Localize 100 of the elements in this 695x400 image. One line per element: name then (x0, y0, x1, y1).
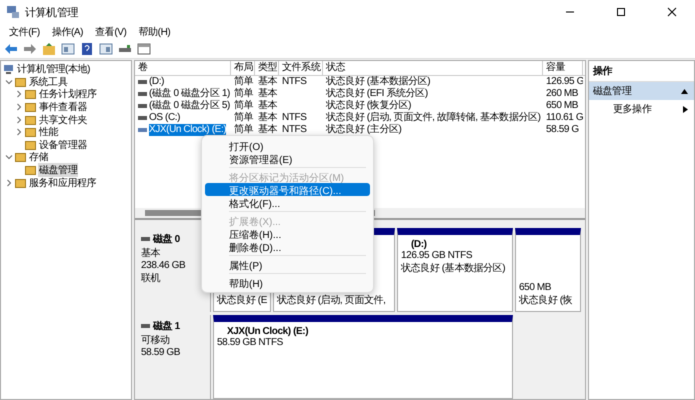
disk-info: 联机 (141, 272, 162, 285)
folder-icon (25, 127, 36, 138)
disk-info: 可移动 (141, 334, 171, 347)
menu-item[interactable]: 更改驱动器号和路径(C)... (205, 183, 370, 196)
volume-name[interactable]: OS (C:) (149, 112, 180, 124)
computer-management-icon (6, 5, 20, 19)
partition-info: 状态良好 (E (217, 294, 267, 307)
computer-icon (3, 64, 14, 74)
folder-icon (15, 178, 26, 188)
table-cell: 基本 (258, 76, 278, 88)
chevron-right-icon[interactable] (15, 116, 23, 124)
menu-item[interactable]: 操作(A) (46, 25, 88, 39)
disk-info: 58.59 GB (141, 347, 182, 358)
menu-item[interactable]: 帮助(H) (205, 276, 370, 289)
partition-info: 126.95 GB NTFS (401, 250, 474, 261)
menu-item[interactable]: 帮助(H) (133, 25, 176, 39)
tree-item[interactable]: 设备管理器 (38, 138, 88, 152)
tree-item[interactable]: 系统工具 (28, 74, 68, 89)
table-cell: 260 MB (546, 88, 578, 100)
tree-item[interactable]: 磁盘管理 (38, 163, 78, 178)
tree-item[interactable]: 任务计划程序 (38, 87, 98, 102)
folder-icon (15, 152, 26, 162)
chevron-right-icon[interactable] (15, 90, 23, 98)
chevron-right-icon[interactable] (5, 178, 13, 187)
action-item[interactable]: 更多操作 (589, 100, 694, 118)
folder-icon (15, 76, 26, 87)
partition-info: 状态良好 (启动, 页面文件, (277, 294, 386, 307)
menu-item[interactable]: 压缩卷(H)... (205, 227, 370, 240)
maximize-icon (616, 7, 626, 17)
submenu-arrow-icon (683, 106, 688, 112)
disk-name: 磁盘 0 (153, 232, 180, 246)
menu-item[interactable]: 打开(O) (205, 139, 370, 152)
partition-block[interactable]: XJX(Un Clock) (E:) 58.59 GB NTFS (213, 315, 513, 399)
table-cell: 基本 (258, 100, 278, 112)
disk-info: 基本 (141, 246, 162, 260)
menu-item[interactable]: 格式化(F)... (205, 196, 370, 209)
column-header[interactable]: 文件系统 (279, 61, 323, 75)
tree-item[interactable]: 事件查看器 (38, 100, 88, 114)
menu-item[interactable]: 删除卷(D)... (205, 240, 370, 253)
chevron-down-icon[interactable] (5, 78, 13, 86)
table-cell: 基本 (258, 112, 278, 124)
menu-item[interactable]: 文件(F) (4, 25, 45, 39)
window-title: 计算机管理 (25, 6, 80, 20)
table-cell: 简单 (234, 100, 254, 112)
chevron-right-icon[interactable] (15, 128, 23, 136)
column-header[interactable]: 容量 (543, 61, 583, 75)
folder-up-icon[interactable] (41, 41, 57, 57)
table-cell: 110.61 G (546, 112, 583, 124)
volume-name[interactable]: (磁盘 0 磁盘分区 5) (149, 100, 230, 112)
panel-icon[interactable] (60, 41, 76, 57)
menu-item[interactable]: 资源管理器(E) (205, 152, 370, 165)
volume-name[interactable]: (磁盘 0 磁盘分区 1) (149, 88, 230, 100)
tree-item[interactable]: 存储 (28, 150, 50, 164)
disk-name: 磁盘 1 (153, 320, 180, 333)
partition-title: (D:) (410, 239, 428, 250)
column-header[interactable]: 状态 (323, 61, 543, 75)
table-cell: 基本 (258, 124, 278, 136)
chevron-right-icon[interactable] (15, 103, 23, 112)
folder-icon (25, 140, 36, 150)
table-cell: 126.95 G (546, 76, 583, 88)
table-cell: 简单 (234, 124, 254, 136)
partition-info: 状态良好 (恢 (519, 294, 574, 307)
table-cell: 58.59 G (546, 124, 579, 136)
forward-arrow-icon[interactable] (22, 41, 38, 57)
partition-block[interactable]: (D:) 126.95 GB NTFS 状态良好 (基本数据分区) (397, 228, 513, 312)
table-cell: 简单 (234, 112, 254, 124)
volume-name[interactable]: (D:) (149, 76, 164, 88)
partition-info: 状态良好 (基本数据分区) (401, 262, 506, 275)
menu-item[interactable]: 属性(P) (205, 258, 370, 271)
tree-item[interactable]: 服务和应用程序 (28, 176, 98, 190)
action-item[interactable]: 磁盘管理 (589, 82, 694, 100)
column-header[interactable]: 卷 (135, 61, 231, 75)
partition-title: XJX(Un Clock) (E:) (226, 326, 310, 337)
table-cell: NTFS (282, 124, 307, 136)
column-header[interactable]: 布局 (231, 61, 255, 75)
table-cell: 基本 (258, 88, 278, 100)
table-cell: 简单 (234, 76, 254, 88)
window-icon[interactable] (136, 41, 152, 57)
tree-item[interactable]: 性能 (38, 125, 60, 140)
collapse-arrow-icon[interactable] (681, 88, 688, 94)
tree-item[interactable]: 计算机管理(本地) (16, 62, 92, 76)
partition-info: 650 MB (519, 282, 552, 293)
folder-icon (25, 89, 36, 100)
disk-info: 238.46 GB (141, 260, 186, 271)
volume-name[interactable]: XJX(Un Clock) (E:) (149, 124, 226, 136)
tree-item[interactable]: 共享文件夹 (38, 112, 88, 127)
close-icon (667, 7, 677, 17)
table-cell: NTFS (282, 76, 307, 88)
column-header[interactable]: 类型 (255, 61, 279, 75)
menu-item[interactable]: 查看(V) (90, 25, 132, 39)
panel-icon[interactable] (98, 41, 114, 57)
folder-icon (25, 165, 36, 176)
partition-info: 58.59 GB NTFS (217, 337, 284, 348)
partition-block[interactable]: 650 MB 状态良好 (恢 (515, 228, 581, 312)
chevron-down-icon[interactable] (5, 153, 13, 162)
table-cell: 简单 (234, 88, 254, 100)
folder-icon (25, 102, 36, 112)
table-cell: 650 MB (546, 100, 578, 112)
help-icon[interactable] (79, 41, 95, 57)
table-cell: NTFS (282, 112, 307, 124)
